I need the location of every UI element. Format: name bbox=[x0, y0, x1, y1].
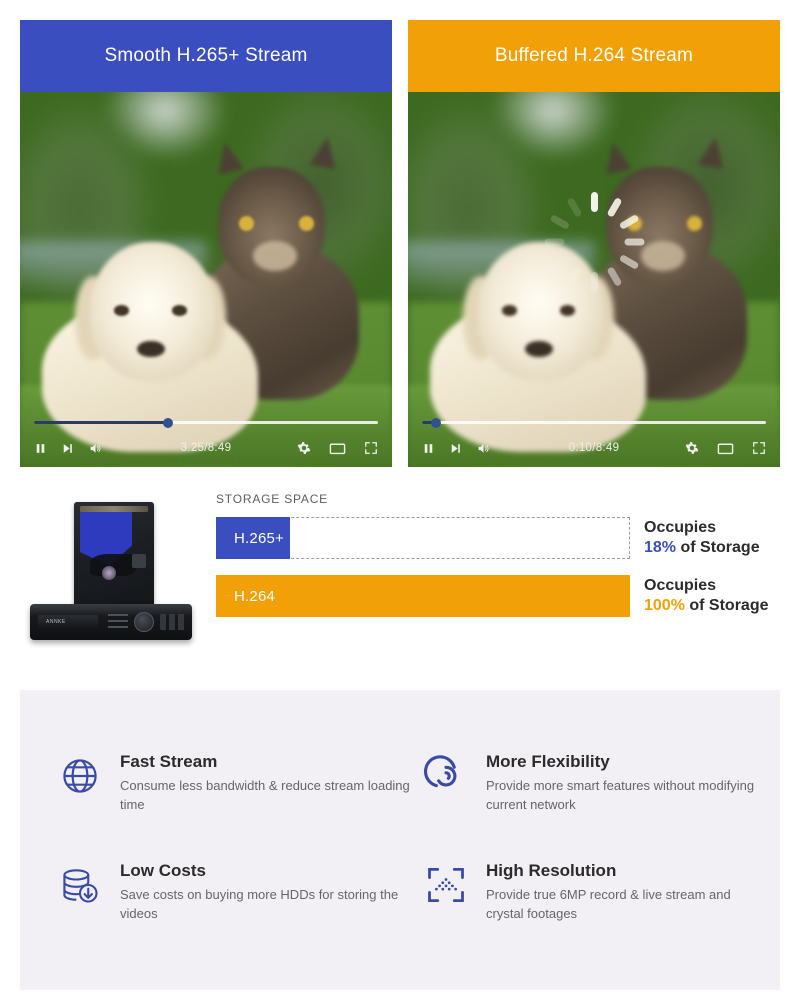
storage-percent-h264: 100% bbox=[644, 597, 685, 614]
gear-icon[interactable] bbox=[297, 441, 311, 455]
feature-title: Low Costs bbox=[120, 860, 206, 880]
video-controls-h264[interactable]: 0:10/8:49 bbox=[408, 415, 780, 467]
feature-desc: Save costs on buying more HDDs for stori… bbox=[120, 886, 399, 921]
progress-knob[interactable] bbox=[430, 417, 441, 428]
hard-drive-nvr-image: ANNKE bbox=[26, 496, 196, 646]
next-track-icon[interactable] bbox=[61, 442, 74, 455]
feature-more-flexibility: More Flexibility Provide more smart feat… bbox=[424, 752, 756, 815]
video-header-h264: Buffered H.264 Stream bbox=[408, 20, 780, 92]
progress-knob[interactable] bbox=[163, 417, 174, 428]
video-controls-h265[interactable]: 3.25/8:49 bbox=[20, 415, 392, 467]
video-timestamp-h265: 3.25/8:49 bbox=[180, 442, 232, 454]
storage-space-label: STORAGE SPACE bbox=[216, 492, 328, 506]
storage-bar-row-h265: H.265+ Occupies 18% of Storage bbox=[216, 517, 780, 559]
volume-icon[interactable] bbox=[476, 442, 491, 455]
feature-title: Fast Stream bbox=[120, 752, 218, 771]
progress-bar-h264[interactable] bbox=[422, 417, 766, 428]
nvr-recorder-icon: ANNKE bbox=[30, 604, 192, 640]
storage-bar-row-h264: H.264 Occupies 100% of Storage bbox=[216, 575, 780, 617]
storage-fill-h264: H.264 bbox=[216, 575, 630, 617]
globe-icon bbox=[58, 754, 102, 798]
feature-fast-stream: Fast Stream Consume less bandwidth & red… bbox=[58, 752, 424, 815]
feature-title: High Resolution bbox=[486, 860, 617, 880]
storage-of-storage-h265: of Storage bbox=[676, 539, 760, 556]
storage-bar-label-h265: H.265+ bbox=[234, 529, 284, 547]
progress-bar-h265[interactable] bbox=[34, 417, 378, 428]
storage-percent-h265: 18% bbox=[644, 539, 677, 556]
storage-track-h265: H.265+ bbox=[216, 517, 630, 559]
next-track-icon[interactable] bbox=[449, 442, 462, 455]
fullscreen-icon[interactable] bbox=[752, 441, 766, 455]
pause-icon[interactable] bbox=[34, 442, 47, 455]
buffering-spinner-icon bbox=[534, 182, 654, 302]
fullscreen-icon[interactable] bbox=[364, 441, 378, 455]
features-panel: Fast Stream Consume less bandwidth & red… bbox=[20, 690, 780, 990]
video-viewport-h265[interactable]: 3.25/8:49 bbox=[20, 92, 392, 467]
pause-icon[interactable] bbox=[422, 442, 435, 455]
storage-of-storage-h264: of Storage bbox=[684, 597, 769, 614]
video-header-h265: Smooth H.265+ Stream bbox=[20, 20, 392, 92]
video-comparison-section: Smooth H.265+ Stream 3.25/8:49 Buffered … bbox=[20, 20, 780, 467]
storage-occupies-h265: Occupies 18% of Storage bbox=[644, 518, 760, 556]
feature-desc: Provide true 6MP record & live stream an… bbox=[486, 886, 731, 921]
spiral-icon bbox=[424, 754, 468, 798]
video-card-h264[interactable]: Buffered H.264 Stream 0:10/8:49 bbox=[408, 20, 780, 467]
theater-mode-icon[interactable] bbox=[329, 442, 346, 455]
comparison-infographic: Smooth H.265+ Stream 3.25/8:49 Buffered … bbox=[0, 0, 800, 1000]
video-card-h265[interactable]: Smooth H.265+ Stream 3.25/8:49 bbox=[20, 20, 392, 467]
storage-occupies-h264: Occupies 100% of Storage bbox=[644, 576, 769, 614]
storage-fill-h265: H.265+ bbox=[216, 517, 291, 559]
theater-mode-icon[interactable] bbox=[717, 442, 734, 455]
feature-low-costs: Low Costs Save costs on buying more HDDs… bbox=[58, 861, 424, 924]
pet-scene-image bbox=[20, 92, 392, 467]
volume-icon[interactable] bbox=[88, 442, 103, 455]
feature-high-resolution: High Resolution Provide true 6MP record … bbox=[424, 861, 756, 924]
storage-bar-label-h264: H.264 bbox=[234, 587, 276, 605]
hard-drive-icon bbox=[74, 502, 154, 608]
database-download-icon bbox=[58, 863, 102, 907]
storage-space-section: ANNKE STORAGE SPACE H.265+ Occupies 18% … bbox=[20, 492, 780, 652]
feature-desc: Provide more smart features without modi… bbox=[486, 778, 755, 812]
storage-bars: STORAGE SPACE H.265+ Occupies 18% of Sto… bbox=[216, 492, 780, 617]
storage-track-h264: H.264 bbox=[216, 575, 630, 617]
feature-desc: Consume less bandwidth & reduce stream l… bbox=[120, 778, 410, 812]
video-viewport-h264[interactable]: 0:10/8:49 bbox=[408, 92, 780, 467]
video-timestamp-h264: 0:10/8:49 bbox=[568, 442, 620, 454]
resolution-frame-icon bbox=[424, 863, 468, 907]
gear-icon[interactable] bbox=[685, 441, 699, 455]
feature-title: More Flexibility bbox=[486, 752, 610, 771]
